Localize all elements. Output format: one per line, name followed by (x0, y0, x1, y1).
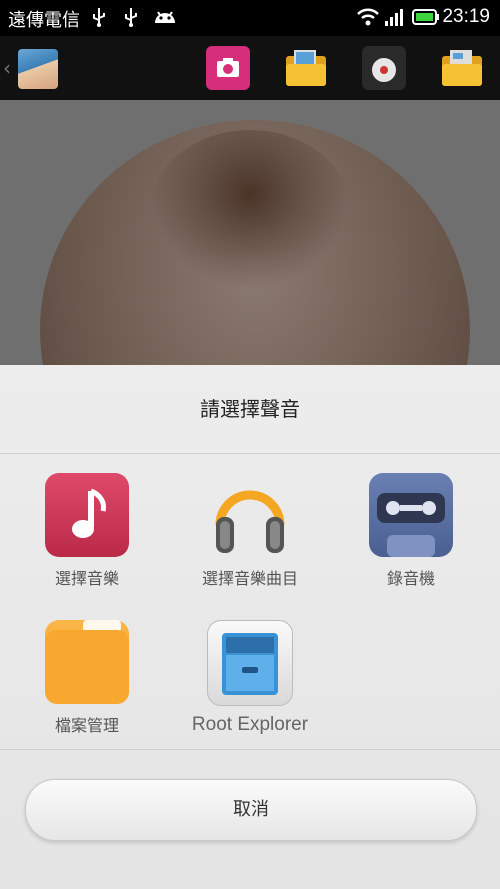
record-button[interactable] (362, 46, 406, 90)
usb-icon (125, 8, 137, 27)
dialog-title: 請選擇聲音 (200, 397, 300, 421)
app-label: 選擇音樂曲目 (201, 569, 298, 588)
app-toolbar: ‹ (0, 36, 500, 100)
status-bar: 遠傳電信 23:19 (0, 0, 500, 36)
divider (0, 453, 500, 454)
camera-button[interactable] (206, 46, 250, 90)
app-root-explorer[interactable]: Root Explorer (170, 620, 330, 736)
android-icon (155, 11, 175, 23)
camera-icon (217, 58, 239, 77)
usb-icon (93, 8, 105, 27)
app-choose-track[interactable]: 選擇音樂曲目 (170, 473, 330, 589)
signal-icon (385, 9, 403, 26)
app-label: 錄音機 (386, 569, 435, 588)
carrier-name: 遠傳電信 (8, 10, 80, 31)
folder-image-icon (286, 50, 326, 86)
file-cabinet-icon (207, 620, 293, 706)
file-folder-button[interactable] (440, 46, 484, 90)
hair-image (150, 130, 350, 290)
back-chevron-icon[interactable]: ‹ (3, 56, 11, 80)
app-label: 檔案管理 (54, 716, 119, 735)
headphones-icon (208, 473, 292, 557)
music-note-icon (45, 473, 129, 557)
divider (0, 749, 500, 750)
avatar[interactable] (18, 49, 58, 89)
record-icon (372, 58, 396, 82)
folder-file-icon (442, 50, 482, 86)
sound-picker-sheet: 請選擇聲音 選擇音樂 選擇音樂曲目 錄音機 檔案管理 Root Explorer… (0, 365, 500, 889)
gallery-folder-button[interactable] (284, 46, 328, 90)
app-file-manager[interactable]: 檔案管理 (7, 620, 167, 736)
app-label: Root Explorer (191, 714, 309, 735)
wifi-icon (357, 8, 379, 26)
app-choose-music[interactable]: 選擇音樂 (7, 473, 167, 589)
battery-icon (412, 9, 439, 25)
cassette-icon (369, 473, 453, 557)
cancel-button[interactable]: 取消 (25, 779, 477, 841)
background-photo (0, 100, 500, 365)
folder-icon (45, 620, 129, 704)
clock: 23:19 (442, 6, 490, 27)
app-recorder[interactable]: 錄音機 (331, 473, 491, 589)
app-label: 選擇音樂 (54, 569, 119, 588)
